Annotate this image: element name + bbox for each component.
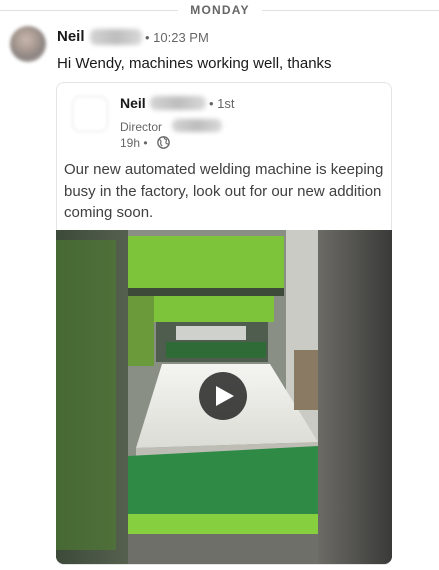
day-divider: MONDAY — [0, 0, 439, 20]
day-divider-label: MONDAY — [190, 3, 250, 17]
divider-line-right — [262, 10, 439, 11]
redacted-surname — [90, 29, 142, 45]
post-time: 19h • — [120, 136, 148, 150]
message-timestamp: • 10:23 PM — [145, 30, 209, 45]
post-author-title: Director — [120, 120, 163, 134]
connection-degree: • 1st — [209, 96, 235, 111]
globe-icon — [157, 136, 170, 149]
sender-name[interactable]: Neil — [57, 28, 85, 45]
redacted-author-company — [172, 119, 222, 132]
post-text: Our new automated welding machine is kee… — [64, 161, 384, 221]
post-author-avatar[interactable] — [72, 96, 108, 132]
play-icon — [216, 386, 234, 406]
message-text: Hi Wendy, machines working well, thanks — [57, 55, 332, 72]
play-button[interactable] — [199, 372, 247, 420]
post-video[interactable] — [56, 230, 392, 564]
post-author-name[interactable]: Neil — [120, 95, 146, 111]
sender-avatar[interactable] — [10, 26, 46, 62]
divider-line-left — [0, 10, 178, 11]
redacted-author-surname — [150, 96, 206, 110]
